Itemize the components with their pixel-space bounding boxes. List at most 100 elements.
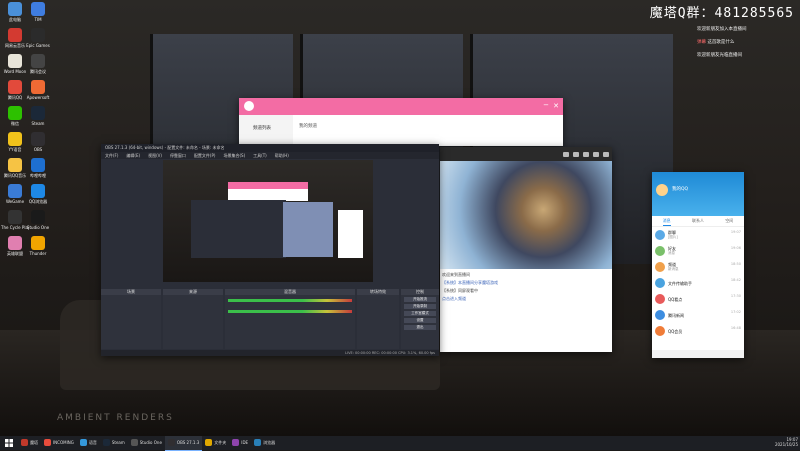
desktop-icon[interactable]: OBS [24, 132, 52, 152]
app-icon [31, 132, 45, 146]
menu-tools[interactable]: 工具(T) [253, 152, 267, 159]
avatar[interactable] [244, 101, 254, 111]
start-button[interactable] [0, 436, 18, 450]
pink-window-titlebar[interactable]: ✕ − [239, 98, 563, 115]
close-icon[interactable] [603, 151, 609, 157]
desktop-icon[interactable]: Thunder [24, 236, 52, 256]
taskbar-item[interactable]: 文件夹 [202, 436, 229, 450]
taskbar-item[interactable]: IDE [229, 436, 251, 450]
exit-button[interactable]: 退出 [404, 325, 436, 330]
pink-app-window[interactable]: ✕ − 频道列表 我的频道 [239, 98, 563, 146]
minimize-icon[interactable]: − [543, 101, 549, 109]
avatar [655, 294, 665, 304]
tab-space[interactable]: 空间 [725, 216, 733, 226]
desktop-icon[interactable]: 腾讯会议 [24, 54, 52, 74]
menu-file[interactable]: 文件(F) [105, 152, 118, 159]
transitions-dock[interactable]: 转场特效 [357, 289, 399, 349]
conversation-time: 18:50 [730, 262, 741, 266]
conversation-preview: [图片] [668, 235, 678, 239]
menu-scene-collection[interactable]: 场景集合(S) [223, 152, 245, 159]
taskbar-item-label: 文件夹 [214, 439, 227, 445]
list-item[interactable]: 腾讯新闻 17:02 [652, 307, 744, 323]
avatar[interactable] [656, 184, 668, 196]
live-chat-overlay: 欢迎新朋友加入本直播间 弹幕 这首歌是什么 欢迎新朋友光临直播间 [697, 26, 797, 65]
list-item[interactable]: 群聊 [图片] 19:07 [652, 227, 744, 243]
conversation-time: 17:30 [730, 294, 741, 298]
obs-docks: 场景 来源 混音器 转场特效 控制 开始推流 开始录制 工作室模式 设置 退出 [101, 289, 439, 349]
start-streaming-button[interactable]: 开始推流 [404, 297, 436, 302]
dock-header: 混音器 [225, 289, 355, 295]
app-icon [31, 54, 45, 68]
qq-group-watermark: 魔塔Q群：481285565 [649, 6, 794, 21]
taskbar-item[interactable]: 语音 [77, 436, 100, 450]
app-icon [31, 28, 45, 42]
desktop-icon[interactable]: Steam [24, 106, 52, 126]
desktop-icon[interactable]: TIM [24, 2, 52, 22]
toolbar-icon[interactable] [563, 151, 569, 157]
taskbar-item[interactable]: 浏览器 [251, 436, 278, 450]
stream-message-list: 欢迎来到直播间 【系统】本直播间分享魔塔游戏 【系统】同屏观看中 点击进入频道 [442, 271, 610, 303]
toolbar-icon[interactable] [573, 151, 579, 157]
list-item[interactable]: QQ会员 16:48 [652, 323, 744, 339]
tab-messages[interactable]: 消息 [662, 216, 671, 226]
dock-header: 场景 [101, 289, 161, 295]
qq-username: 我的QQ [672, 187, 689, 192]
list-item[interactable]: 频道 新消息 18:50 [652, 259, 744, 275]
close-icon[interactable]: ✕ [553, 102, 559, 110]
stream-message: 欢迎来到直播间 [442, 272, 470, 277]
app-icon [31, 158, 45, 172]
mixer-dock[interactable]: 混音器 [225, 289, 355, 349]
audio-meter [228, 299, 352, 302]
app-icon [31, 106, 45, 120]
conversation-name: QQ看点 [668, 296, 683, 302]
desktop-icon[interactable]: 哔哩哔哩 [24, 158, 52, 178]
qq-window[interactable]: 我的QQ 消息 联系人 空间 群聊 [图片] 19:07 好友 消息 19:06 频道 新消息… [652, 172, 744, 358]
wallpaper-brand: AMBIENT RENDERS [57, 413, 174, 423]
chat-line: 欢迎新朋友加入本直播间 [697, 26, 797, 33]
taskbar-item[interactable]: 魔塔 [18, 436, 41, 450]
taskbar-item[interactable]: Studio One [128, 436, 165, 450]
desktop-icon[interactable]: Epic Games [24, 28, 52, 48]
toolbar-icon[interactable] [583, 151, 589, 157]
taskbar-item[interactable]: OBS 27.1.3 [164, 435, 203, 451]
desktop-icon[interactable]: Apowersoft [24, 80, 52, 100]
list-item[interactable]: 好友 消息 19:06 [652, 243, 744, 259]
scenes-dock[interactable]: 场景 [101, 289, 161, 349]
stream-message[interactable]: 点击进入频道 [442, 295, 610, 303]
conversation-time: 16:48 [730, 326, 741, 330]
studio-mode-button[interactable]: 工作室模式 [404, 311, 436, 316]
menu-profile[interactable]: 配置文件(P) [194, 152, 216, 159]
desktop-icon[interactable]: Studio One [24, 210, 52, 230]
taskbar-item-label: Studio One [139, 440, 162, 445]
taskbar-item[interactable]: Steam [100, 436, 128, 450]
taskbar-item[interactable]: INCOMING [41, 436, 77, 450]
desktop-icon-label: QQ浏览器 [28, 199, 48, 204]
windows-icon [5, 439, 13, 447]
taskbar-item-label: 语音 [88, 439, 97, 445]
system-tray[interactable]: 19:07 2021/10/25 [775, 437, 798, 447]
obs-preview[interactable] [163, 160, 373, 282]
chat-line: 欢迎新朋友光临直播间 [697, 52, 797, 59]
settings-button[interactable]: 设置 [404, 318, 436, 323]
sidebar-label[interactable]: 频道列表 [239, 115, 293, 131]
desktop-icon[interactable]: QQ浏览器 [24, 184, 52, 204]
start-recording-button[interactable]: 开始录制 [404, 304, 436, 309]
taskbar-item-label: Steam [111, 440, 125, 445]
toolbar-icon[interactable] [593, 151, 599, 157]
chat-text: 欢迎新朋友光临直播间 [697, 53, 742, 58]
menu-docks[interactable]: 停靠窗口 [170, 152, 186, 159]
obs-window[interactable]: OBS 27.1.3 (64-bit, windows) - 配置文件: 未命名… [101, 144, 439, 356]
list-item[interactable]: 文件传输助手 18:42 [652, 275, 744, 291]
tab-contacts[interactable]: 联系人 [692, 216, 704, 226]
taskbar-item-label: 浏览器 [263, 439, 276, 445]
qq-conversation-list: 群聊 [图片] 19:07 好友 消息 19:06 频道 新消息 18:50 文件传输助手 18:4… [652, 227, 744, 339]
sources-dock[interactable]: 来源 [163, 289, 223, 349]
menu-view[interactable]: 视图(V) [148, 152, 162, 159]
app-icon [31, 80, 45, 94]
list-item[interactable]: QQ看点 17:30 [652, 291, 744, 307]
stream-message[interactable]: 【系统】本直播间分享魔塔游戏 [442, 279, 610, 287]
menu-edit[interactable]: 编辑(E) [126, 152, 140, 159]
menu-help[interactable]: 帮助(H) [275, 152, 289, 159]
app-icon [8, 80, 22, 94]
stream-window[interactable]: 欢迎来到直播间 【系统】本直播间分享魔塔游戏 【系统】同屏观看中 点击进入频道 [440, 147, 612, 352]
